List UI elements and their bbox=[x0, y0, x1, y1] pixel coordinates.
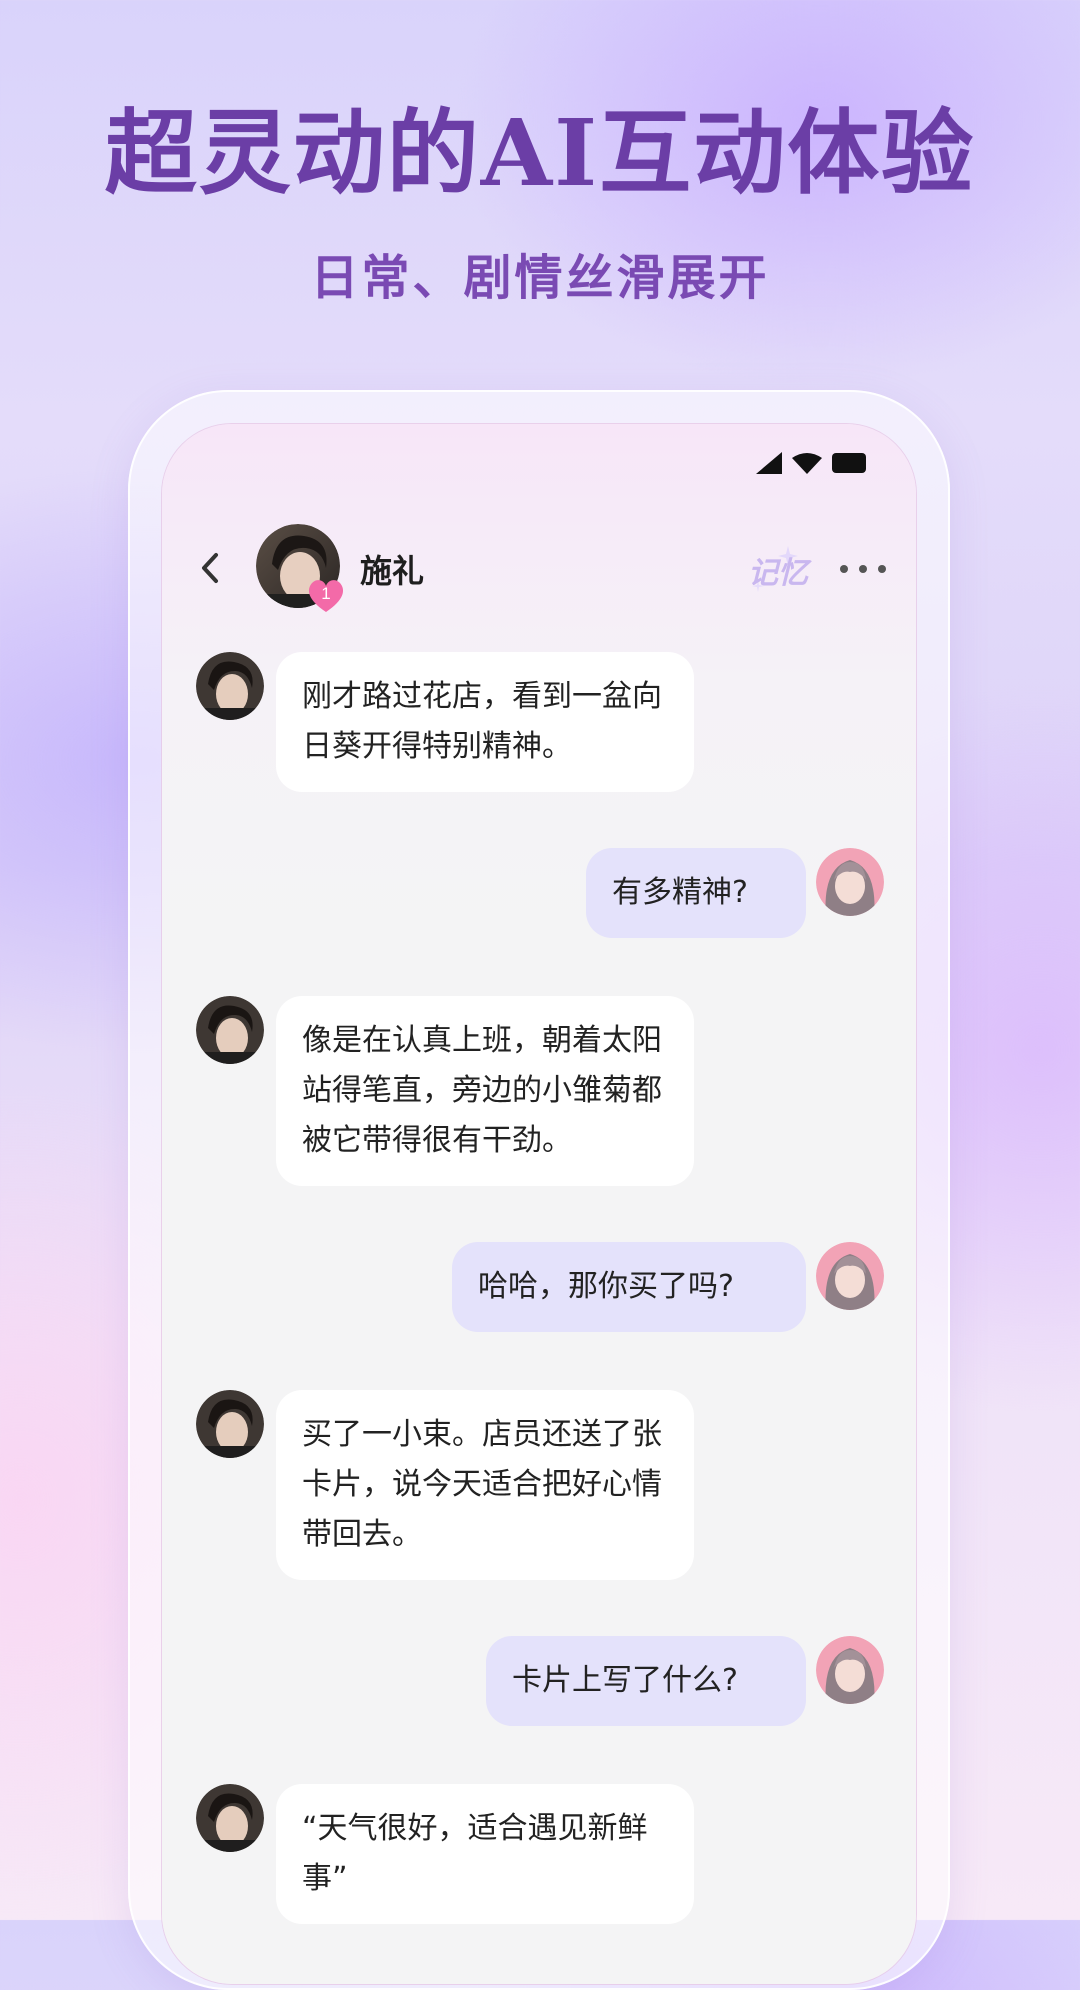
battery-icon bbox=[832, 453, 866, 473]
chat-header: 1 施礼 记忆 bbox=[162, 524, 916, 614]
hero-subtitle: 日常、剧情丝滑展开 bbox=[310, 250, 770, 306]
ai-avatar[interactable] bbox=[196, 652, 264, 720]
message-bubble[interactable]: “天气很好，适合遇见新鲜事” bbox=[276, 1784, 694, 1924]
hero-title: 超灵动的AI互动体验 bbox=[104, 99, 976, 207]
memory-button[interactable]: 记忆 bbox=[744, 542, 812, 598]
user-avatar[interactable] bbox=[816, 1636, 884, 1704]
more-options-button[interactable] bbox=[840, 554, 886, 584]
memory-label: 记忆 bbox=[748, 556, 808, 591]
message-bubble[interactable]: 卡片上写了什么? bbox=[486, 1636, 806, 1726]
message-bubble[interactable]: 有多精神? bbox=[586, 848, 806, 938]
ai-avatar[interactable] bbox=[196, 1784, 264, 1852]
status-bar bbox=[756, 452, 866, 474]
dot-icon bbox=[859, 565, 867, 573]
ai-avatar[interactable] bbox=[196, 1390, 264, 1458]
back-button[interactable] bbox=[190, 548, 230, 588]
heart-badge-icon bbox=[308, 580, 344, 612]
message-bubble[interactable]: 哈哈，那你买了吗? bbox=[452, 1242, 806, 1332]
message-bubble[interactable]: 像是在认真上班，朝着太阳站得笔直，旁边的小雏菊都被它带得很有干劲。 bbox=[276, 996, 694, 1186]
signal-icon bbox=[756, 452, 782, 474]
wifi-icon bbox=[792, 453, 822, 474]
chevron-left-icon bbox=[202, 553, 218, 583]
phone-screen: 1 施礼 记忆 刚才路过花店，看到一盆向日葵开得特别精神。 有多精神? 像是在认… bbox=[162, 424, 916, 1984]
contact-name: 施礼 bbox=[360, 552, 425, 590]
user-avatar[interactable] bbox=[816, 848, 884, 916]
dot-icon bbox=[840, 565, 848, 573]
message-bubble[interactable]: 刚才路过花店，看到一盆向日葵开得特别精神。 bbox=[276, 652, 694, 792]
message-bubble[interactable]: 买了一小束。店员还送了张卡片，说今天适合把好心情带回去。 bbox=[276, 1390, 694, 1580]
ai-avatar[interactable] bbox=[196, 996, 264, 1064]
user-avatar[interactable] bbox=[816, 1242, 884, 1310]
dot-icon bbox=[878, 565, 886, 573]
